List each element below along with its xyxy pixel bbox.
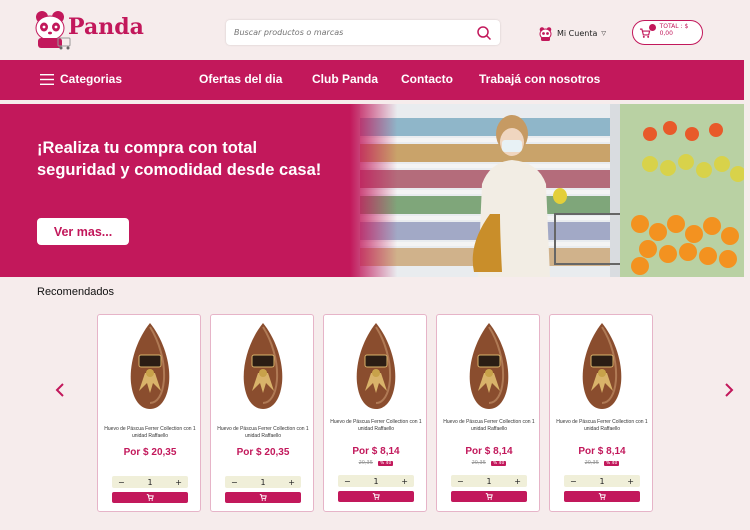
product-price: Por $ 8,14 — [465, 446, 513, 457]
quantity-value: 1 — [373, 476, 379, 486]
account-label: Mi Cuenta — [557, 28, 598, 38]
quantity-stepper: − 1 + — [225, 476, 301, 488]
cart-count-badge — [649, 24, 656, 31]
cart-total: TOTAL : $ 0,00 — [659, 22, 689, 37]
discount-badge: % 40 — [603, 461, 620, 466]
quantity-value: 1 — [260, 477, 266, 487]
product-price: Por $ 20,35 — [123, 447, 177, 458]
panda-user-icon — [539, 26, 552, 41]
add-to-cart-button[interactable] — [451, 491, 527, 502]
nav-link-contacto[interactable]: Contacto — [401, 72, 453, 86]
hero-banner: ¡Realiza tu compra con total seguridad y… — [0, 104, 744, 277]
discount-badge: % 40 — [377, 461, 394, 466]
product-price: Por $ 8,14 — [352, 446, 400, 457]
increase-button[interactable]: + — [514, 477, 521, 486]
increase-button[interactable]: + — [175, 478, 182, 487]
hamburger-icon — [40, 73, 54, 85]
carousel-next-arrow-icon[interactable] — [722, 382, 736, 398]
search-box — [226, 20, 500, 45]
cart-icon — [485, 493, 493, 500]
product-old-price-row: 20,35 % 40 — [324, 460, 428, 466]
product-name[interactable]: Huevo de Páscua Ferrer Collection con 1 … — [554, 419, 650, 432]
ver-mas-button[interactable]: Ver mas... — [37, 218, 129, 245]
product-card[interactable]: Huevo de Páscua Ferrer Collection con 1 … — [436, 314, 540, 512]
recommended-title: Recomendados — [37, 286, 115, 298]
discount-badge: % 40 — [490, 461, 507, 466]
increase-button[interactable]: + — [288, 478, 295, 487]
nav-link-trabaja[interactable]: Trabajá con nosotros — [479, 72, 600, 86]
hero-supermarket-image — [350, 104, 744, 277]
categories-menu[interactable]: Categorias — [40, 72, 122, 86]
product-name[interactable]: Huevo de Páscua Ferrer Collection con 1 … — [441, 419, 537, 432]
carousel-prev-arrow-icon[interactable] — [53, 382, 67, 398]
quantity-value: 1 — [486, 476, 492, 486]
quantity-stepper: − 1 + — [112, 476, 188, 488]
cart-button[interactable]: TOTAL : $ 0,00 — [632, 20, 703, 45]
cart-icon — [372, 493, 380, 500]
product-old-price: 20,35 — [358, 460, 373, 466]
decrease-button[interactable]: − — [570, 477, 577, 486]
product-name[interactable]: Huevo de Páscua Ferrer Collection con 1 … — [215, 426, 311, 439]
quantity-stepper: − 1 + — [564, 475, 640, 487]
increase-button[interactable]: + — [401, 477, 408, 486]
brand-logo[interactable]: Panda — [22, 6, 152, 52]
product-old-price: 20,35 — [584, 460, 599, 466]
chevron-down-icon: ▽ — [601, 29, 606, 37]
product-old-price-row: 20,35 % 40 — [550, 460, 654, 466]
add-to-cart-button[interactable] — [338, 491, 414, 502]
add-to-cart-button[interactable] — [112, 492, 188, 503]
product-name[interactable]: Huevo de Páscua Ferrer Collection con 1 … — [328, 419, 424, 432]
main-nav: Categorias Ofertas del dia Club Panda Co… — [0, 60, 744, 100]
product-old-price: 20,35 — [471, 460, 486, 466]
nav-link-club-panda[interactable]: Club Panda — [312, 72, 378, 86]
product-card[interactable]: Huevo de Páscua Ferrer Collection con 1 … — [323, 314, 427, 512]
easter-egg-product-image — [469, 323, 509, 409]
search-icon[interactable] — [476, 25, 492, 41]
product-card[interactable]: Huevo de Páscua Ferrer Collection con 1 … — [97, 314, 201, 512]
add-to-cart-button[interactable] — [564, 491, 640, 502]
product-price: Por $ 20,35 — [236, 447, 290, 458]
brand-name: Panda — [68, 14, 144, 40]
categories-label: Categorias — [60, 72, 123, 86]
nav-link-ofertas[interactable]: Ofertas del dia — [199, 72, 282, 86]
hero-title: ¡Realiza tu compra con total seguridad y… — [37, 139, 322, 179]
account-menu[interactable]: Mi Cuenta ▽ — [538, 24, 606, 42]
decrease-button[interactable]: − — [457, 477, 464, 486]
product-old-price-row: 20,35 % 40 — [437, 460, 541, 466]
decrease-button[interactable]: − — [231, 478, 238, 487]
quantity-stepper: − 1 + — [451, 475, 527, 487]
quantity-value: 1 — [147, 477, 153, 487]
cart-icon — [146, 494, 154, 501]
product-name[interactable]: Huevo de Páscua Ferrer Collection con 1 … — [102, 426, 198, 439]
search-input[interactable] — [226, 20, 462, 45]
cart-icon — [259, 494, 267, 501]
easter-egg-product-image — [130, 323, 170, 409]
increase-button[interactable]: + — [627, 477, 634, 486]
quantity-value: 1 — [599, 476, 605, 486]
easter-egg-product-image — [582, 323, 622, 409]
product-card[interactable]: Huevo de Páscua Ferrer Collection con 1 … — [549, 314, 653, 512]
product-price: Por $ 8,14 — [578, 446, 626, 457]
add-to-cart-button[interactable] — [225, 492, 301, 503]
quantity-stepper: − 1 + — [338, 475, 414, 487]
decrease-button[interactable]: − — [344, 477, 351, 486]
decrease-button[interactable]: − — [118, 478, 125, 487]
easter-egg-product-image — [243, 323, 283, 409]
product-card[interactable]: Huevo de Páscua Ferrer Collection con 1 … — [210, 314, 314, 512]
header: Panda Mi Cuenta ▽ TOTAL : $ 0,00 — [0, 0, 750, 60]
cart-icon — [598, 493, 606, 500]
easter-egg-product-image — [356, 323, 396, 409]
panda-bear-icon — [35, 11, 71, 50]
